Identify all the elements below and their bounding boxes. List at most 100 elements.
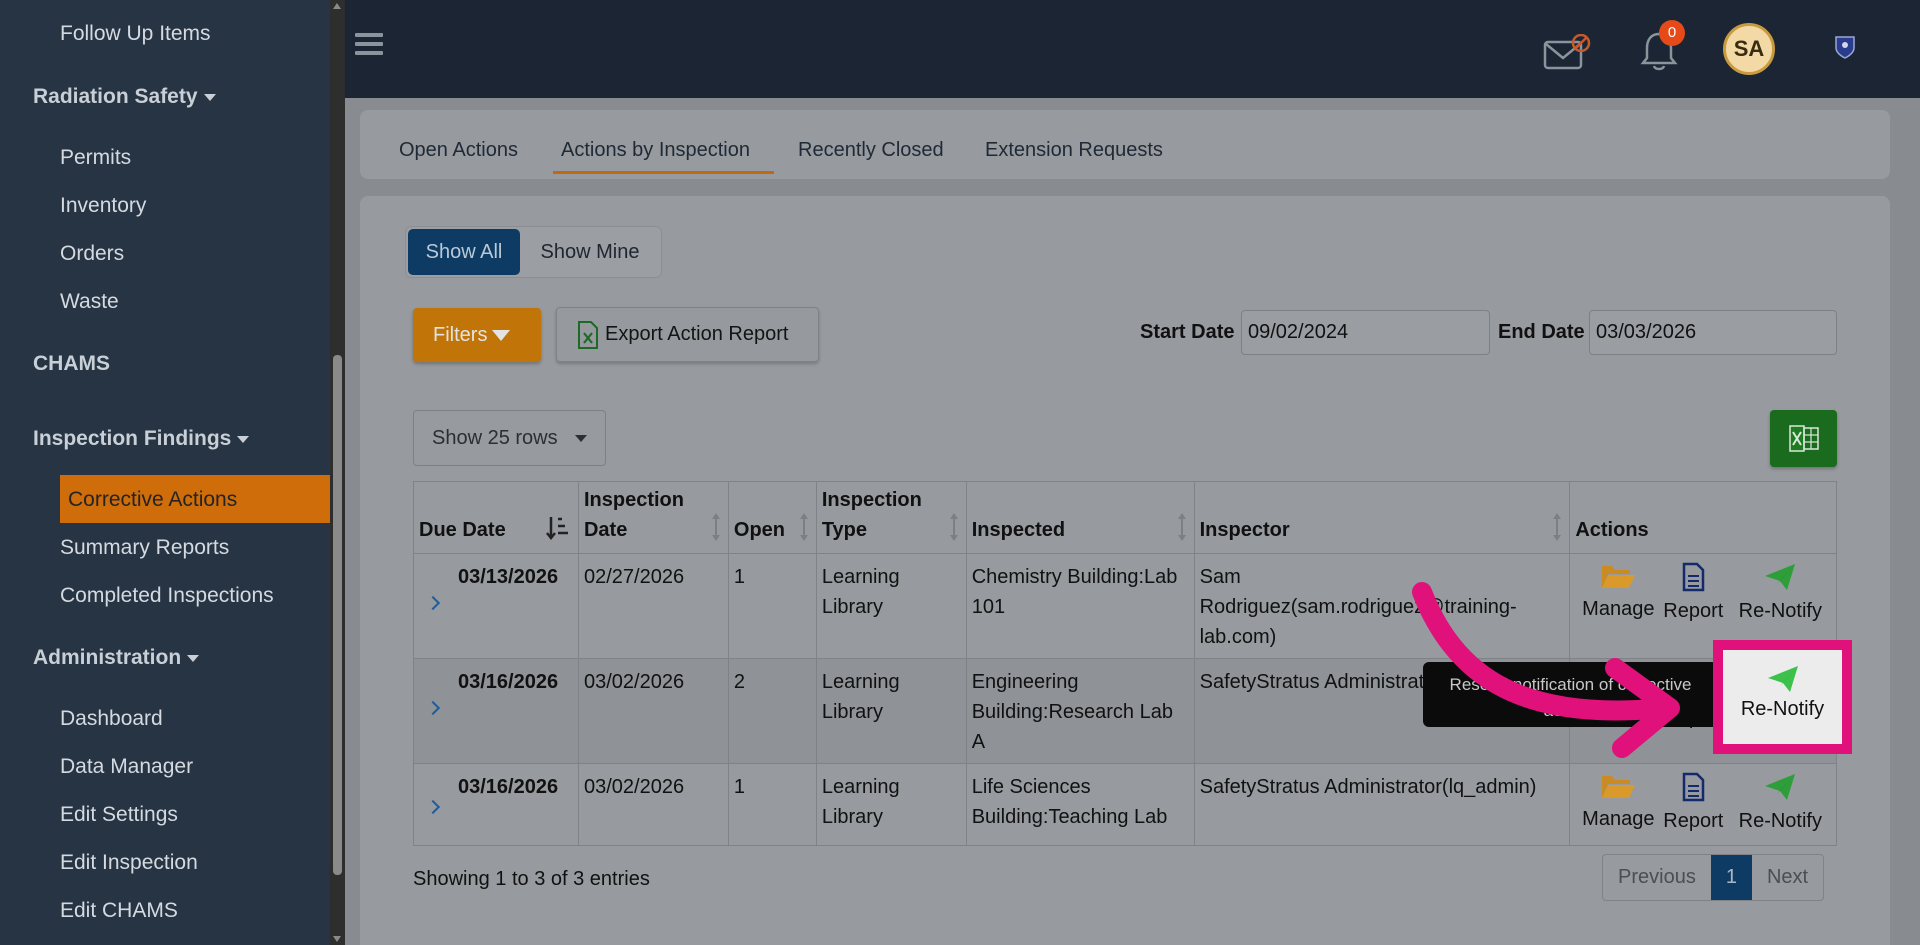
caret-down-icon [237, 435, 250, 443]
renotify-highlight[interactable]: Re-Notify [1713, 640, 1852, 754]
sidebar-item-inventory[interactable]: Inventory [60, 194, 146, 218]
col-header-inspection-type[interactable]: Inspection Type [815, 481, 967, 554]
inspection-type-cell: Learning Library [815, 553, 967, 659]
notification-badge: 0 [1659, 20, 1685, 46]
paper-plane-icon [1767, 666, 1798, 692]
sidebar-item-waste[interactable]: Waste [60, 290, 119, 314]
actions-cell: Manage Report Re-Notify [1569, 763, 1837, 846]
cell-text: 03/13/2026 [458, 566, 559, 588]
section-label: Administration [33, 646, 182, 669]
action-label: Manage [1582, 808, 1655, 830]
report-button[interactable]: Report [1658, 772, 1728, 836]
inspected-cell: Engineering Building:Research Lab A [965, 658, 1195, 764]
export-action-report-button[interactable]: Export Action Report [556, 307, 819, 362]
filters-button[interactable]: Filters [413, 308, 541, 362]
sidebar: Follow Up Items Radiation Safety Permits… [0, 0, 330, 945]
tab-extension-requests[interactable]: Extension Requests [985, 139, 1163, 162]
start-date-input[interactable]: 09/02/2024 [1241, 310, 1490, 355]
inspected-cell: Chemistry Building:Lab 101 [965, 553, 1195, 659]
manage-button[interactable]: Manage [1578, 772, 1658, 834]
sidebar-section-radiation-safety[interactable]: Radiation Safety [33, 85, 216, 109]
scroll-thumb[interactable] [333, 355, 342, 875]
tab-actions-by-inspection[interactable]: Actions by Inspection [561, 139, 750, 162]
end-date-input[interactable]: 03/03/2026 [1589, 310, 1837, 355]
tab-recently-closed[interactable]: Recently Closed [798, 139, 944, 162]
page-1-button[interactable]: 1 [1710, 855, 1752, 900]
show-all-button[interactable]: Show All [408, 229, 520, 275]
sidebar-item-edit-settings[interactable]: Edit Settings [60, 803, 178, 827]
sort-icon[interactable] [711, 513, 720, 541]
sidebar-item-permits[interactable]: Permits [60, 146, 131, 170]
previous-page-button[interactable]: Previous [1603, 855, 1711, 900]
due-date-cell: 03/13/2026 [413, 553, 579, 659]
funnel-icon [492, 330, 511, 342]
avatar[interactable]: SA [1723, 23, 1775, 75]
sidebar-item-chams[interactable]: CHAMS [33, 352, 110, 376]
open-count-cell: 1 [727, 553, 817, 659]
excel-icon [1789, 425, 1819, 452]
annotation-arrow-icon [1412, 582, 1680, 758]
chevron-right-icon[interactable] [425, 595, 441, 611]
institution-logo-icon[interactable] [1833, 34, 1857, 60]
sort-icon[interactable] [949, 513, 958, 541]
sidebar-section-inspection-findings[interactable]: Inspection Findings [33, 427, 250, 451]
table-info: Showing 1 to 3 of 3 entries [413, 868, 650, 890]
col-header-inspection-date[interactable]: Inspection Date [577, 481, 729, 554]
rows-select-label: Show 25 rows [432, 427, 558, 449]
sidebar-section-administration[interactable]: Administration [33, 646, 200, 670]
tab-open-actions[interactable]: Open Actions [399, 139, 518, 162]
scroll-down-icon[interactable] [333, 936, 341, 942]
scroll-up-icon[interactable] [333, 3, 341, 9]
hamburger-menu-icon[interactable] [355, 33, 383, 55]
sidebar-item-edit-inspection[interactable]: Edit Inspection [60, 851, 198, 875]
sidebar-item-orders[interactable]: Orders [60, 242, 124, 266]
sidebar-item-data-manager[interactable]: Data Manager [60, 755, 193, 779]
col-header-actions: Actions [1569, 481, 1837, 554]
excel-file-icon [578, 321, 598, 349]
next-page-button[interactable]: Next [1752, 855, 1823, 900]
sidebar-item-completed-inspections[interactable]: Completed Inspections [60, 584, 274, 608]
section-label: Inspection Findings [33, 427, 232, 450]
col-header-inspected[interactable]: Inspected [965, 481, 1195, 554]
action-label: Re-Notify [1738, 810, 1822, 832]
chevron-right-icon[interactable] [425, 700, 441, 716]
paper-plane-icon [1765, 774, 1796, 800]
sidebar-item-edit-chams[interactable]: Edit CHAMS [60, 899, 178, 923]
inspector-cell: SafetyStratus Administrator(lq_admin) [1193, 763, 1571, 846]
table-row: 03/16/2026 03/02/2026 1 Learning Library… [413, 763, 1837, 846]
renotify-button[interactable]: Re-Notify [1730, 772, 1830, 836]
header-label: Due Date [419, 519, 506, 541]
open-count-cell: 1 [727, 763, 817, 846]
renotify-button[interactable]: Re-Notify [1730, 562, 1830, 626]
sort-descending-icon[interactable] [545, 515, 570, 541]
chevron-right-icon[interactable] [425, 799, 441, 815]
top-bar: 0 SA [345, 0, 1920, 98]
inspection-date-cell: 03/02/2026 [577, 763, 729, 846]
renotify-button[interactable]: Re-Notify [1731, 664, 1834, 721]
filters-label: Filters [433, 324, 488, 346]
rows-per-page-select[interactable]: Show 25 rows [413, 410, 606, 466]
start-date-label: Start Date [1140, 321, 1235, 343]
sidebar-item-summary-reports[interactable]: Summary Reports [60, 536, 229, 560]
excel-export-button[interactable] [1770, 410, 1837, 467]
sidebar-item-label: Corrective Actions [68, 488, 238, 511]
sidebar-item-dashboard[interactable]: Dashboard [60, 707, 163, 731]
col-header-due-date[interactable]: Due Date [413, 481, 579, 554]
sort-icon[interactable] [799, 513, 808, 541]
sort-icon[interactable] [1553, 513, 1562, 541]
header-label: Inspection Date [583, 489, 684, 541]
sort-icon[interactable] [1177, 513, 1186, 541]
show-mine-button[interactable]: Show Mine [520, 229, 660, 275]
pagination: Previous 1 Next [1602, 854, 1825, 901]
sidebar-item-corrective-actions[interactable]: Corrective Actions [60, 475, 330, 523]
sidebar-item-follow-up-items[interactable]: Follow Up Items [60, 22, 211, 46]
due-date-cell: 03/16/2026 [413, 763, 579, 846]
mail-blocked-icon[interactable] [1543, 34, 1593, 70]
col-header-open[interactable]: Open [727, 481, 817, 554]
sidebar-scrollbar[interactable] [330, 0, 345, 945]
action-label: Report [1663, 810, 1724, 832]
col-header-inspector[interactable]: Inspector [1193, 481, 1571, 554]
report-document-icon [1683, 772, 1705, 802]
paper-plane-icon [1765, 564, 1796, 590]
header-label: Inspector [1199, 519, 1290, 541]
